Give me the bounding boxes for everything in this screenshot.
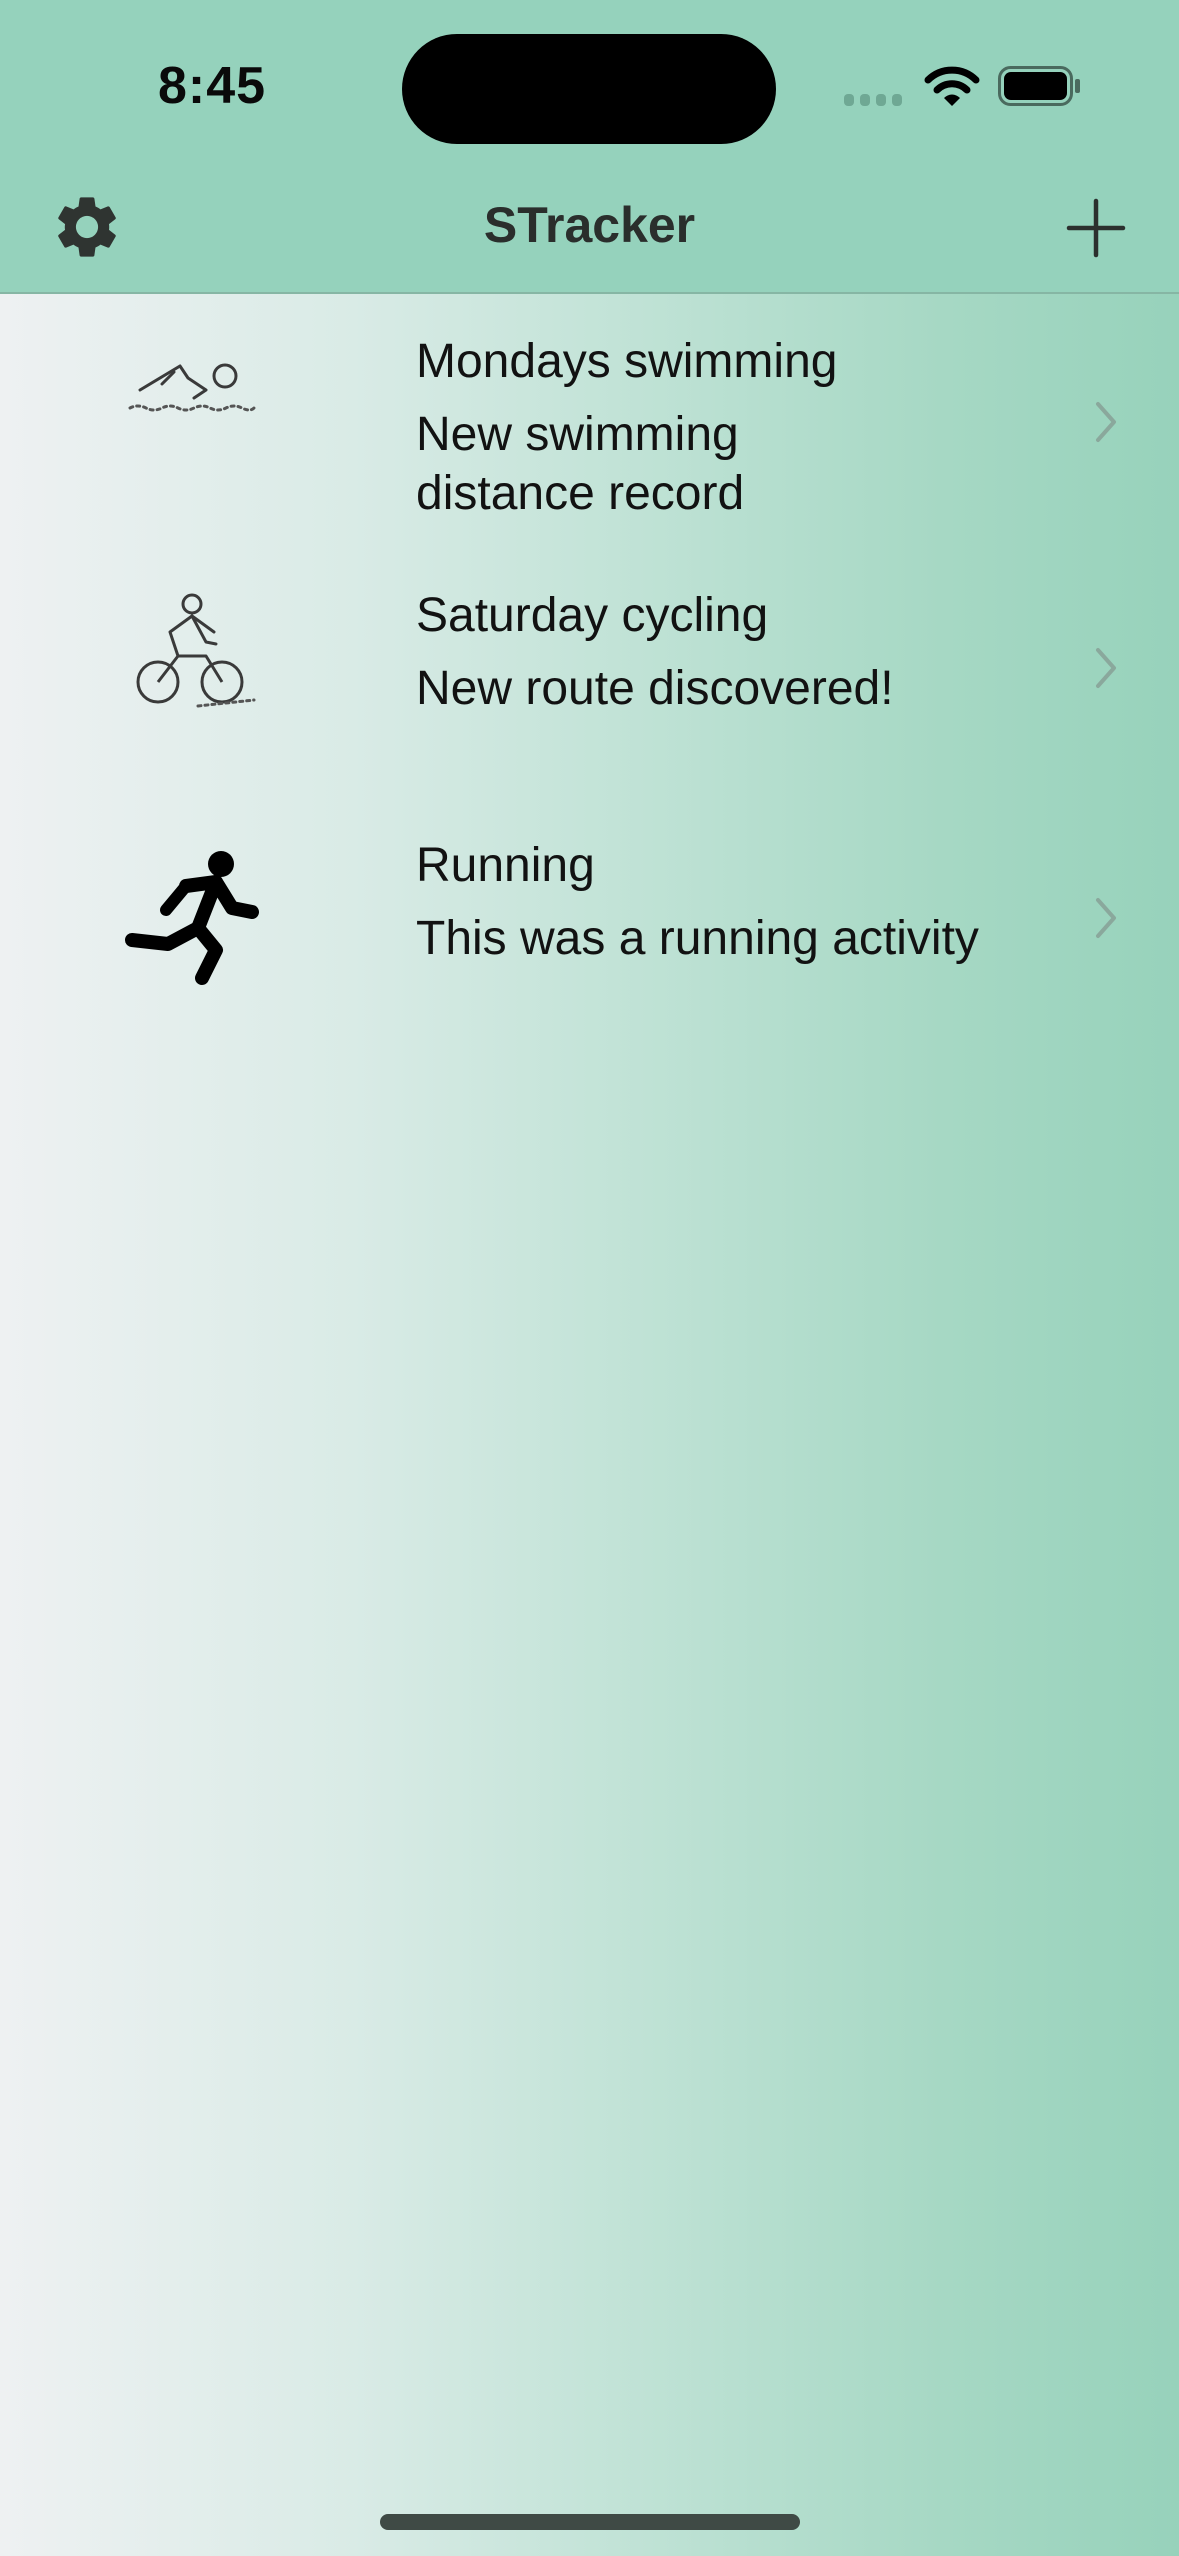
add-plus-icon[interactable] bbox=[1066, 198, 1126, 258]
wifi-icon bbox=[924, 66, 980, 106]
cellular-signal-icon bbox=[844, 94, 902, 106]
activity-subtitle: New route discovered! bbox=[416, 662, 894, 715]
activity-row-cycling[interactable]: Saturday cycling New route discovered! bbox=[0, 586, 1179, 766]
activity-title: Mondays swimming bbox=[416, 335, 838, 388]
home-indicator[interactable] bbox=[380, 2514, 800, 2530]
activity-title: Saturday cycling bbox=[416, 589, 769, 642]
chevron-right-icon bbox=[1096, 402, 1116, 442]
cycling-icon bbox=[136, 593, 256, 708]
chevron-right-icon bbox=[1096, 648, 1116, 688]
running-icon bbox=[125, 851, 259, 985]
activity-text: Saturday cycling New route discovered! bbox=[416, 586, 1056, 718]
status-time: 8:45 bbox=[158, 57, 267, 115]
activity-row-running[interactable]: Running This was a running activity bbox=[0, 836, 1179, 1016]
chevron-right-icon bbox=[1096, 898, 1116, 938]
dynamic-island bbox=[402, 34, 776, 144]
activity-text: Running This was a running activity bbox=[416, 836, 1056, 968]
swimming-icon bbox=[128, 363, 256, 412]
activity-text: Mondays swimming New swimming distance r… bbox=[416, 332, 1056, 523]
app-title: STracker bbox=[483, 197, 696, 253]
activity-title: Running bbox=[416, 839, 595, 892]
activity-subtitle: New swimming distance record bbox=[416, 408, 745, 520]
top-bar: 8:45 STracker bbox=[0, 0, 1179, 294]
activity-row-swimming[interactable]: Mondays swimming New swimming distance r… bbox=[0, 332, 1179, 552]
activity-subtitle: This was a running activity bbox=[416, 912, 979, 965]
battery-icon bbox=[998, 66, 1080, 106]
